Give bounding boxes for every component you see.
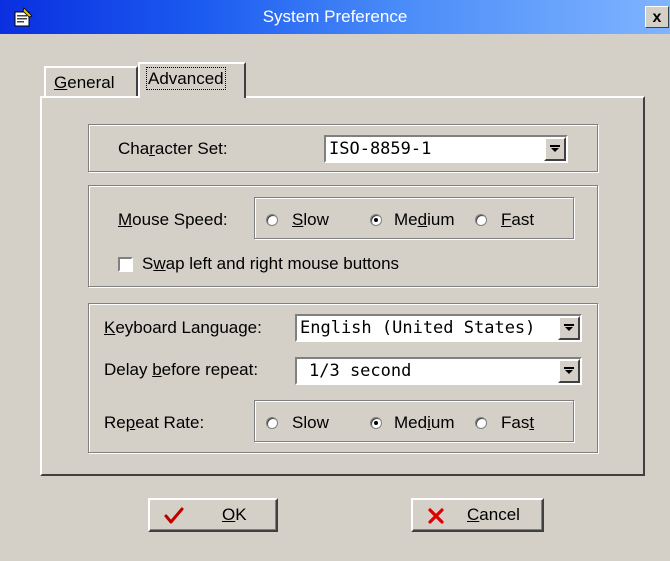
delay-before-repeat-dropdown-button[interactable] [558, 359, 580, 383]
character-set-value: ISO-8859-1 [329, 139, 432, 159]
keyboard-language-label: Keyboard Language: [104, 318, 262, 337]
repeat-rate-slow-label: Slow [292, 413, 329, 432]
repeat-rate-slow-option[interactable]: Slow [266, 412, 346, 434]
character-set-label: Character Set: [118, 139, 228, 158]
tab-advanced-label: Advanced [146, 67, 226, 90]
repeat-rate-slow-radio[interactable] [266, 417, 278, 429]
radio-selected-dot [374, 421, 378, 425]
character-set-select[interactable]: ISO-8859-1 [324, 135, 568, 163]
tab-general-label: General [54, 73, 115, 92]
chevron-down-icon [564, 367, 574, 374]
delay-before-repeat-select[interactable]: 1/3 second [295, 357, 582, 385]
chevron-down-icon [564, 324, 574, 331]
mouse-speed-fast-option[interactable]: Fast [475, 209, 555, 231]
ok-button-label: OK [222, 505, 247, 524]
checkmark-icon [164, 507, 184, 524]
delay-before-repeat-label: Delay before repeat: [104, 360, 259, 379]
mouse-speed-label: Mouse Speed: [118, 210, 228, 229]
tab-general[interactable]: General [44, 66, 138, 98]
mouse-speed-medium-option[interactable]: Medium [370, 209, 470, 231]
keyboard-language-value: English (United States) [300, 318, 536, 338]
mouse-speed-fast-label: Fast [501, 210, 535, 229]
repeat-rate-fast-label: Fast [501, 413, 535, 432]
repeat-rate-label: Repeat Rate: [104, 413, 205, 432]
tab-advanced[interactable]: Advanced [138, 62, 246, 98]
radio-selected-dot [374, 218, 378, 222]
ok-button[interactable]: OK [148, 498, 278, 532]
mouse-speed-medium-label: Medium [394, 210, 455, 229]
mouse-speed-fast-radio[interactable] [475, 214, 487, 226]
x-icon [428, 508, 444, 524]
mouse-speed-slow-option[interactable]: Slow [266, 209, 346, 231]
swap-buttons-option[interactable]: Swap left and right mouse buttons [118, 253, 458, 275]
character-set-dropdown-button[interactable] [544, 137, 566, 161]
repeat-rate-fast-radio[interactable] [475, 417, 487, 429]
swap-buttons-label: Swap left and right mouse buttons [142, 254, 400, 273]
swap-buttons-checkbox[interactable] [118, 257, 133, 272]
mouse-speed-medium-radio[interactable] [370, 214, 382, 226]
keyboard-language-dropdown-button[interactable] [558, 316, 580, 340]
cancel-button-label: Cancel [467, 505, 520, 524]
chevron-down-icon [550, 145, 560, 152]
repeat-rate-medium-option[interactable]: Medium [370, 412, 470, 434]
mouse-speed-slow-radio[interactable] [266, 214, 278, 226]
repeat-rate-medium-label: Medium [394, 413, 455, 432]
window-title: System Preference [262, 7, 408, 26]
cancel-button[interactable]: Cancel [411, 498, 544, 532]
repeat-rate-fast-option[interactable]: Fast [475, 412, 555, 434]
keyboard-language-select[interactable]: English (United States) [295, 314, 582, 342]
mouse-speed-slow-label: Slow [292, 210, 329, 229]
close-icon: x [652, 9, 662, 26]
delay-before-repeat-value: 1/3 second [309, 361, 412, 381]
repeat-rate-medium-radio[interactable] [370, 417, 382, 429]
close-button[interactable]: x [645, 6, 669, 28]
